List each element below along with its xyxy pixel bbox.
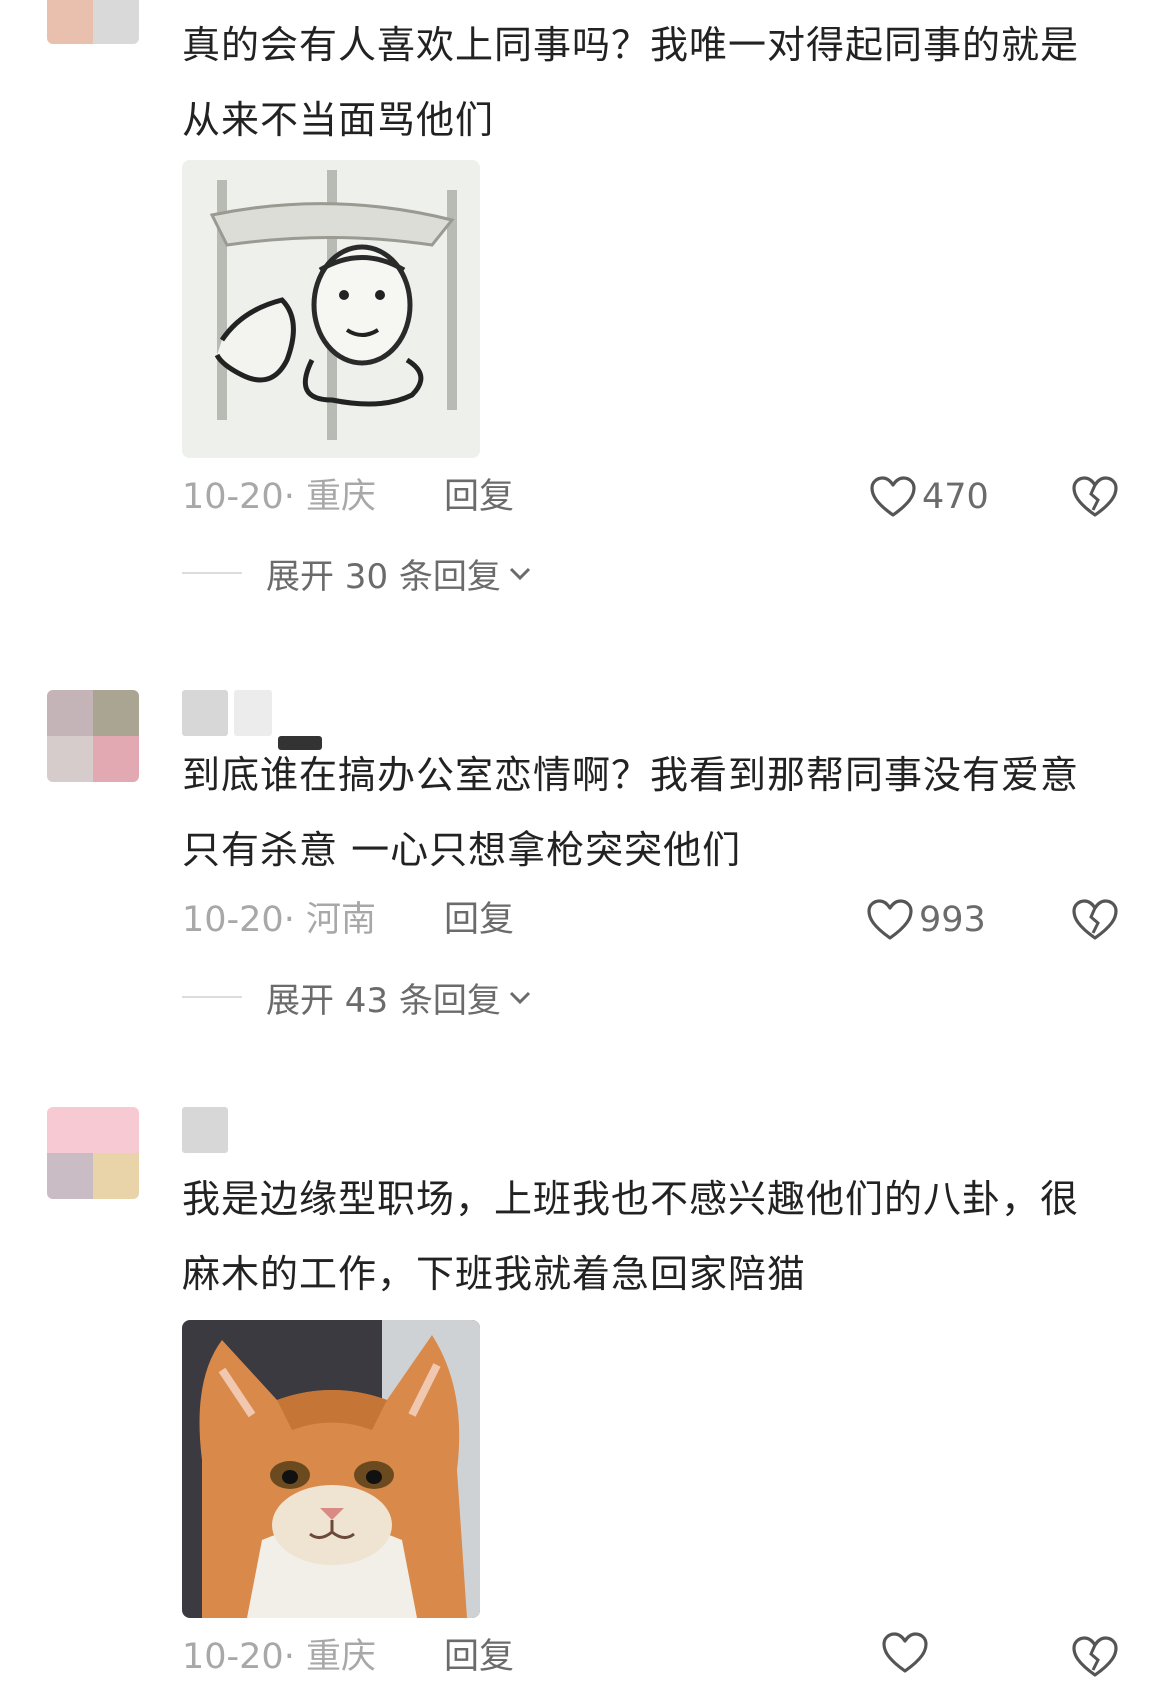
dislike-button[interactable] [1072, 899, 1118, 955]
comment-text: 我是边缘型职场，上班我也不感兴趣他们的八卦，很麻木的工作，下班我就着急回家陪猫 [182, 1177, 1080, 1296]
divider-line [182, 996, 242, 998]
expand-replies[interactable]: 展开 30 条回复 [182, 548, 533, 598]
heart-icon [870, 476, 916, 517]
reply-button[interactable]: 回复 [444, 1632, 514, 1682]
username-redacted[interactable] [182, 1107, 228, 1153]
like-button[interactable] [882, 1632, 928, 1674]
comment-image-meme[interactable] [182, 160, 480, 458]
broken-heart-icon [1072, 1636, 1118, 1677]
reply-button[interactable]: 回复 [444, 472, 514, 522]
comment-meta: 10-20· 重庆 回复 470 [182, 472, 1171, 522]
like-button[interactable]: 993 [867, 895, 986, 945]
chevron-down-icon [509, 567, 530, 581]
comment-image-cat[interactable] [182, 1320, 480, 1618]
broken-heart-icon [1072, 476, 1118, 517]
comment-location: · 河南 [283, 900, 376, 940]
comment-location: · 重庆 [283, 477, 376, 517]
comment-location: · 重庆 [283, 1637, 376, 1677]
comment-date: 10-20 [182, 1637, 284, 1677]
comment-date: 10-20 [182, 477, 284, 517]
avatar[interactable] [47, 690, 139, 782]
dislike-button[interactable] [1072, 1636, 1118, 1692]
like-button[interactable]: 470 [870, 472, 989, 522]
chevron-down-icon [509, 991, 530, 1005]
comment-date: 10-20 [182, 900, 284, 940]
heart-icon [882, 1632, 928, 1673]
reply-button[interactable]: 回复 [444, 895, 514, 945]
like-count: 993 [919, 900, 986, 940]
avatar[interactable] [47, 0, 139, 44]
like-count: 470 [922, 477, 989, 517]
heart-icon [867, 899, 913, 940]
divider-line [182, 572, 242, 574]
expand-replies-label: 展开 43 条回复 [266, 980, 501, 1021]
comment-text: 到底谁在搞办公室恋情啊？我看到那帮同事没有爱意只有杀意 一心只想拿枪突突他们 [182, 753, 1080, 872]
dislike-button[interactable] [1072, 476, 1118, 532]
comment-text: 真的会有人喜欢上同事吗？我唯一对得起同事的就是从来不当面骂他们 [182, 23, 1080, 142]
expand-replies[interactable]: 展开 43 条回复 [182, 972, 533, 1022]
comment-meta: 10-20· 河南 回复 993 [182, 895, 1171, 945]
broken-heart-icon [1072, 899, 1118, 940]
comment-meta: 10-20· 重庆 回复 [182, 1632, 1171, 1682]
expand-replies-label: 展开 30 条回复 [266, 556, 501, 597]
avatar[interactable] [47, 1107, 139, 1199]
